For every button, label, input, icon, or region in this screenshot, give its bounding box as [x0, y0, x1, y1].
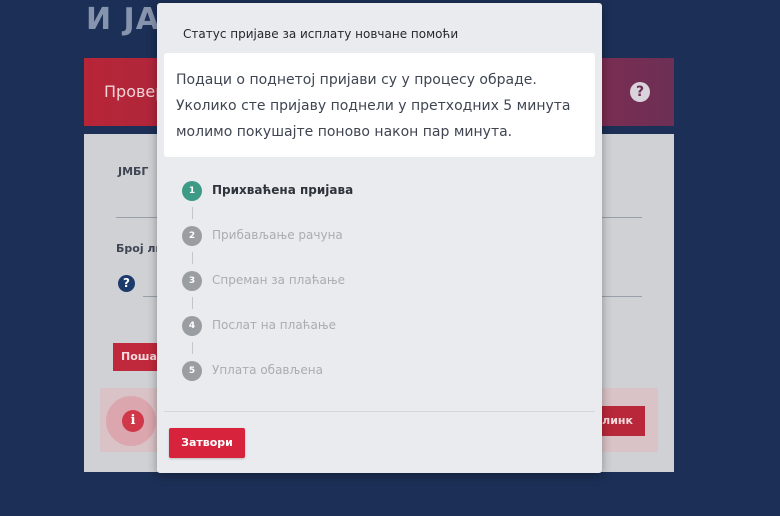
step-number-badge: 4: [182, 316, 202, 336]
close-button[interactable]: Затвори: [169, 428, 245, 458]
step-connector: [192, 252, 193, 264]
modal-footer-divider: [164, 411, 595, 412]
question-circle-icon[interactable]: ?: [630, 82, 650, 102]
info-circle-icon: i: [122, 410, 144, 432]
message-line: молимо покушајте поново након пар минута…: [176, 124, 513, 140]
page-heading: И ЈА: [86, 2, 160, 37]
id-number-input[interactable]: [143, 296, 158, 297]
jmbg-label: ЈМБГ: [118, 165, 149, 178]
step-connector: [192, 342, 193, 354]
modal-title: Статус пријаве за исплату новчане помоћи: [183, 27, 459, 41]
step-number-badge: 1: [182, 181, 202, 201]
id-number-label: Број ли: [116, 242, 157, 255]
step-number-badge: 2: [182, 226, 202, 246]
step-label: Уплата обављена: [212, 363, 323, 377]
id-number-input-end: [602, 296, 642, 297]
step-number-badge: 5: [182, 361, 202, 381]
link-button[interactable]: линк: [597, 406, 645, 436]
jmbg-input[interactable]: [116, 217, 158, 218]
step-connector: [192, 297, 193, 309]
step-label: Послат на плаћање: [212, 318, 337, 332]
step-label: Прибављање рачуна: [212, 228, 343, 242]
question-circle-icon[interactable]: ?: [118, 275, 135, 292]
step-connector: [192, 207, 193, 219]
jmbg-input-end: [602, 217, 642, 218]
status-message: Подаци о поднетој пријави су у процесу о…: [164, 53, 595, 157]
message-line: Подаци о поднетој пријави су у процесу о…: [176, 72, 537, 88]
status-modal: Статус пријаве за исплату новчане помоћи…: [157, 3, 602, 473]
submit-button[interactable]: Пошал: [113, 343, 163, 371]
message-line: Уколико сте пријаву поднели у претходних…: [176, 98, 571, 114]
step-label: Прихваћена пријава: [212, 183, 354, 197]
step-number-badge: 3: [182, 271, 202, 291]
step-label: Спреман за плаћање: [212, 273, 346, 287]
